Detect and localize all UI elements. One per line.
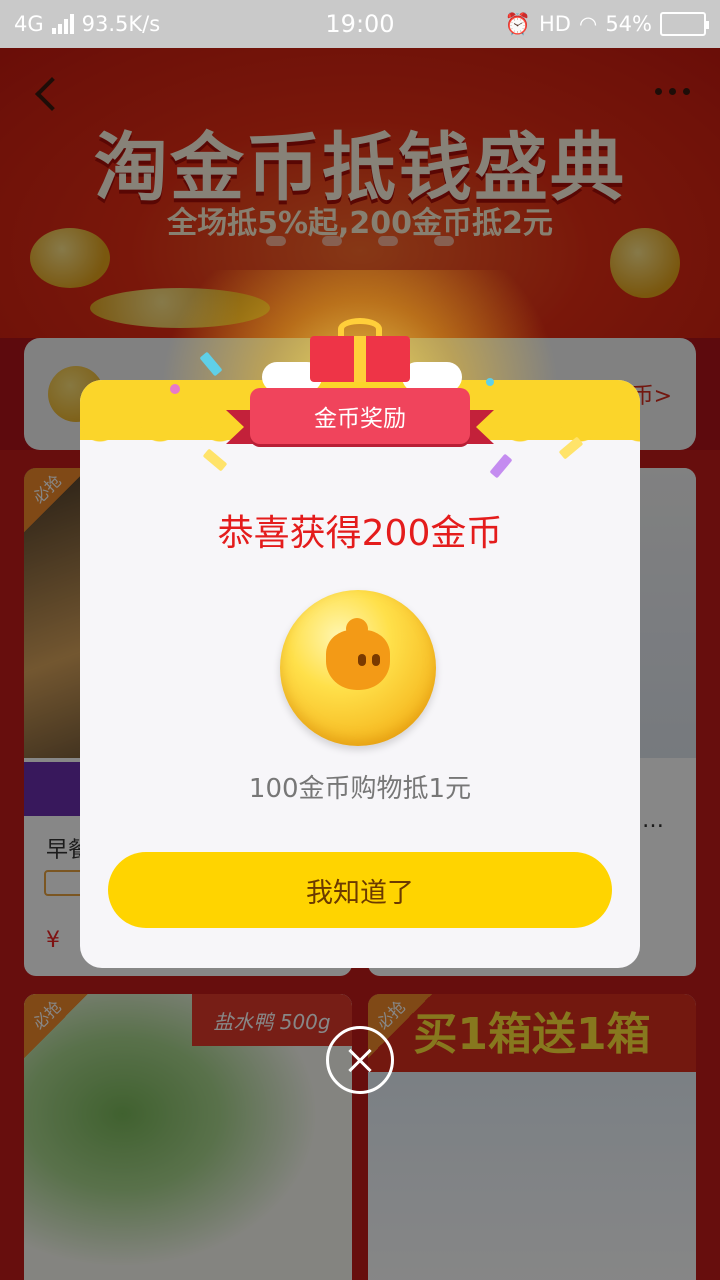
hd-indicator: HD [539,12,571,36]
reward-ribbon: 金币奖励 [226,380,488,452]
reward-heading: 恭喜获得200金币 [217,513,503,554]
confetti-decoration [170,384,180,394]
battery-percent: 54% [605,12,652,36]
ribbon-label: 金币奖励 [250,388,470,444]
close-icon[interactable] [326,1026,394,1094]
status-right: ⏰ HD ◠ 54% [504,11,709,37]
reward-modal: 恭喜获得200金币 100金币购物抵1元 我知道了 [80,380,640,968]
network-speed: 93.5K/s [81,12,161,36]
confetti-decoration [486,378,494,386]
mascot-icon [326,618,390,690]
wifi-icon: ◠ [578,12,598,36]
signal-icon [51,14,74,34]
gold-coin-icon [280,590,436,746]
network-type: 4G [14,12,44,36]
status-bar: 4G 93.5K/s 19:00 ⏰ HD ◠ 54% [0,0,720,48]
reward-subtext: 100金币购物抵1元 [248,774,472,804]
battery-icon [660,12,709,36]
gift-box-icon [310,336,410,382]
confirm-button[interactable]: 我知道了 [108,852,612,928]
status-left: 4G 93.5K/s [14,12,160,36]
alarm-icon: ⏰ [504,11,532,36]
